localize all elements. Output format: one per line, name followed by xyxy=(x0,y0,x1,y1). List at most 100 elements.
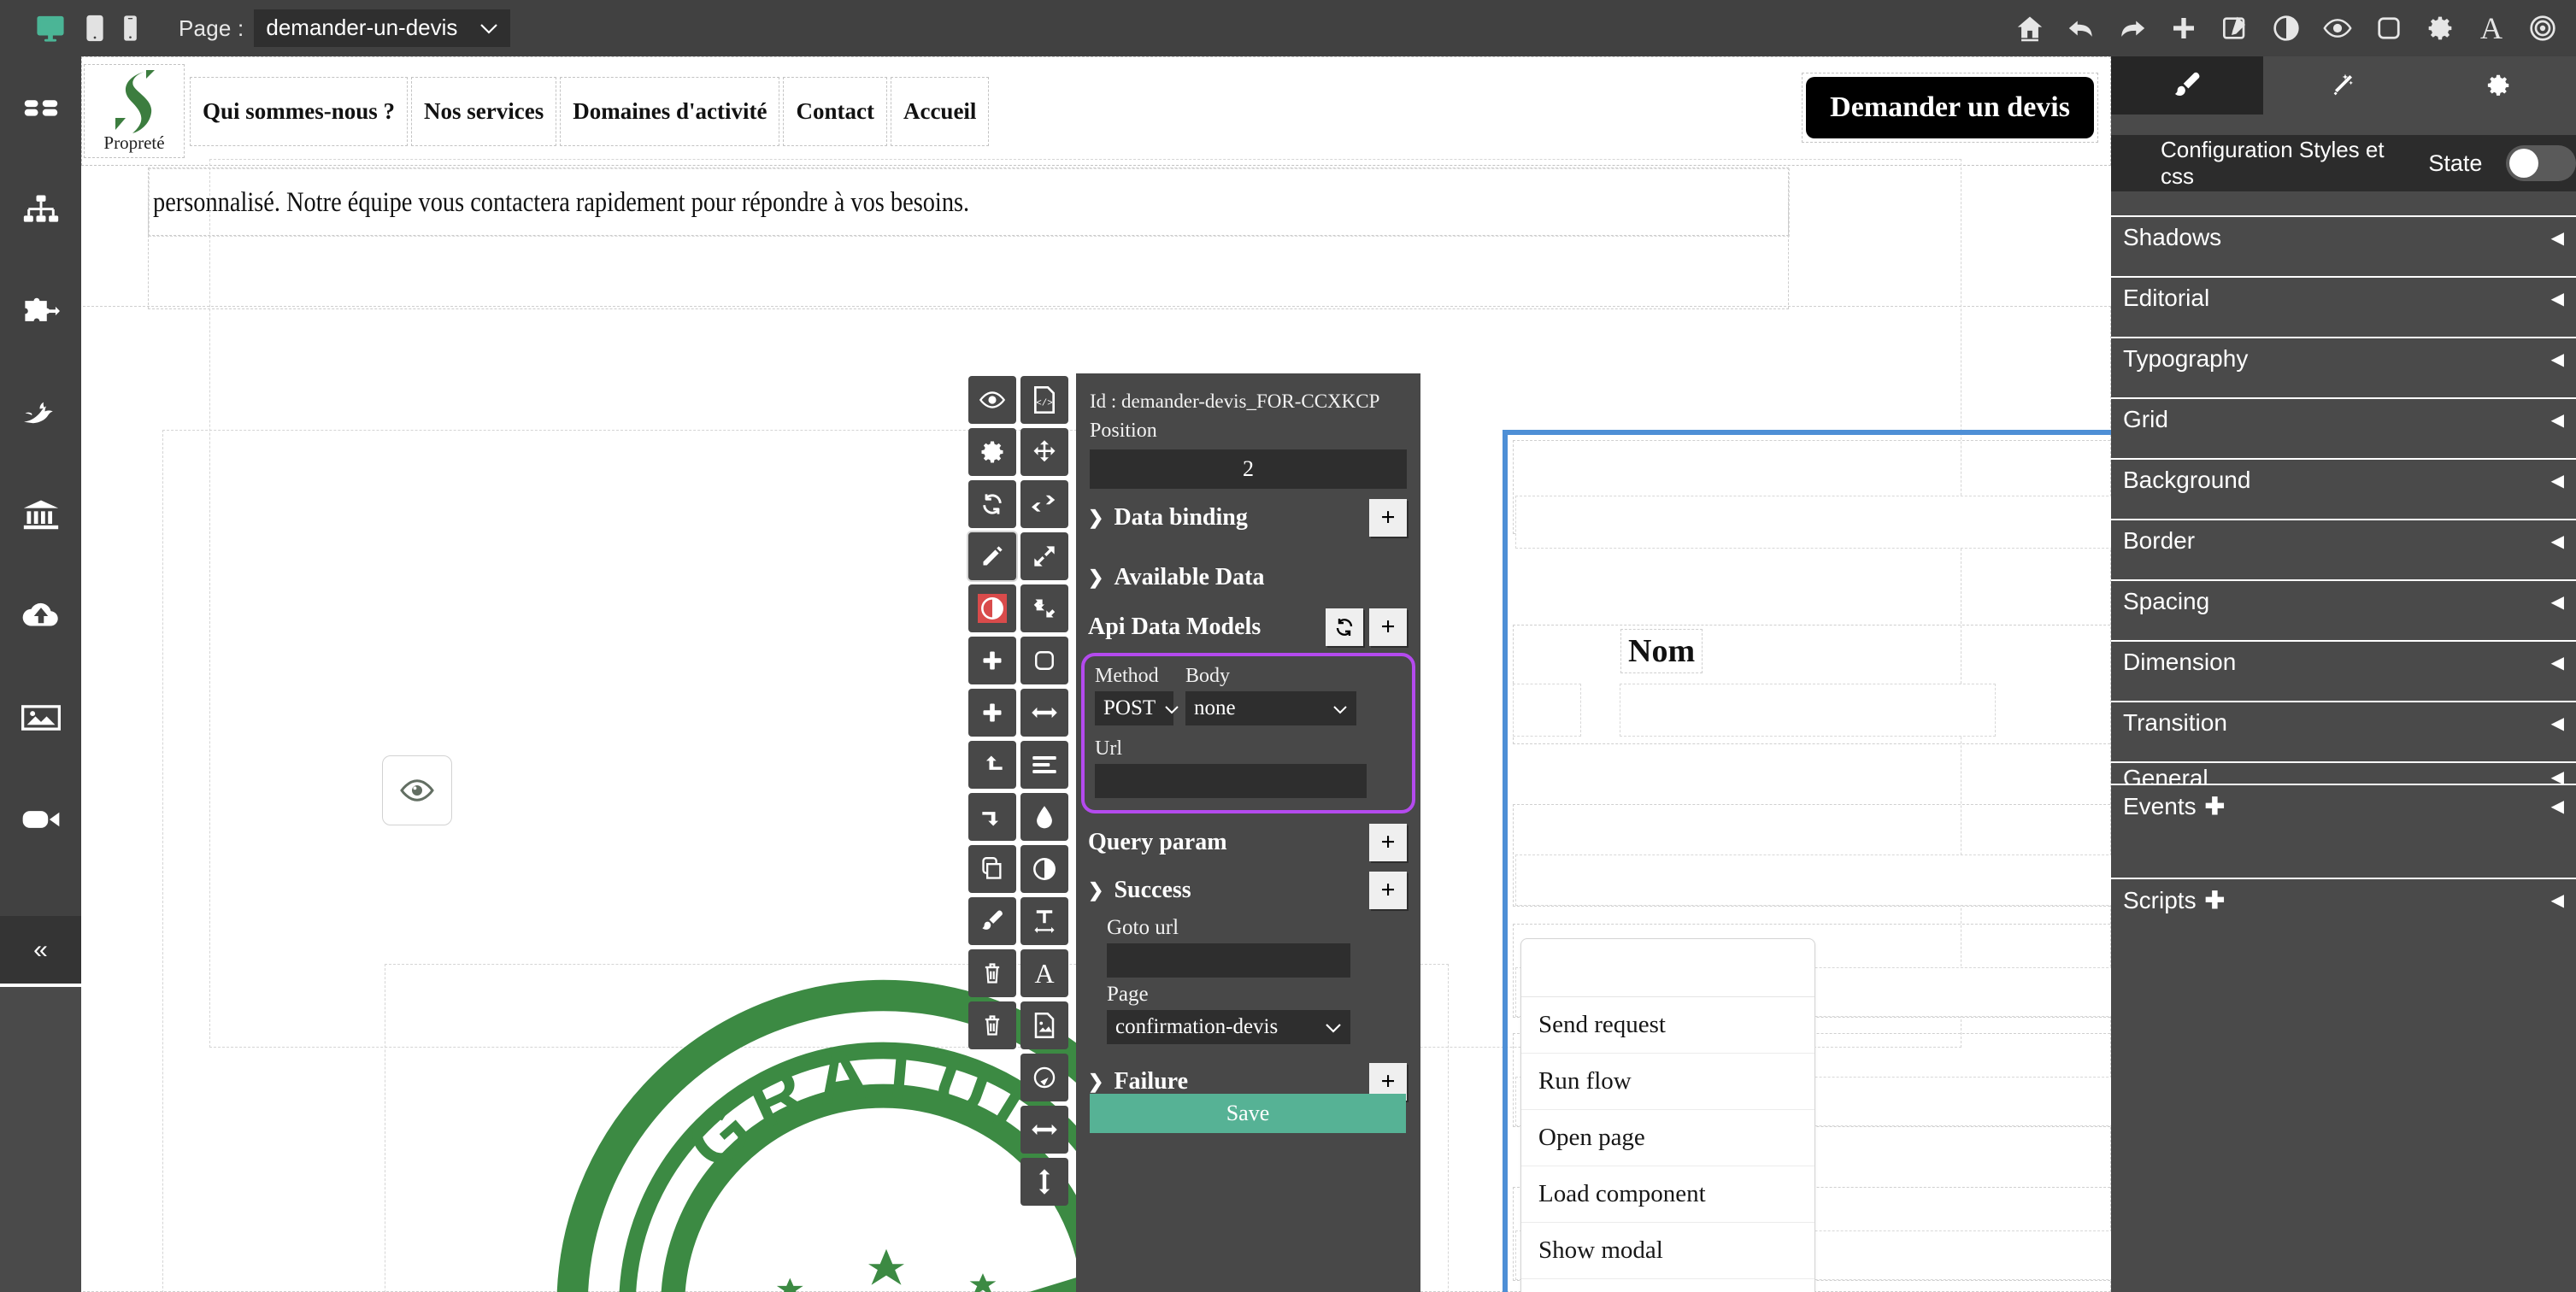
eye-icon[interactable] xyxy=(2323,14,2352,43)
tablet-view-icon[interactable] xyxy=(85,14,104,43)
collapse-icon[interactable] xyxy=(1020,584,1068,632)
droplet-icon[interactable] xyxy=(1020,793,1068,841)
copy-icon[interactable] xyxy=(968,845,1016,893)
accordion-border[interactable]: Border ◀ xyxy=(2111,519,2576,579)
accordion-events[interactable]: Events ✚ ◀ xyxy=(2111,784,2576,878)
form-input-prenom[interactable] xyxy=(1513,684,1581,737)
sidebar-item-sitemap[interactable] xyxy=(0,158,81,260)
accordion-dimension[interactable]: Dimension ◀ xyxy=(2111,640,2576,701)
sidebar-collapse-button[interactable]: « xyxy=(0,916,81,984)
text-width-icon[interactable] xyxy=(1020,897,1068,945)
image-file-icon[interactable] xyxy=(1020,1001,1068,1049)
accordion-background[interactable]: Background ◀ xyxy=(2111,458,2576,519)
accordion-typography[interactable]: Typography ◀ xyxy=(2111,337,2576,397)
query-param-add-button[interactable]: + xyxy=(1369,824,1407,861)
tab-styles[interactable] xyxy=(2111,56,2263,115)
gear-icon[interactable] xyxy=(968,428,1016,476)
sidebar-item-images[interactable] xyxy=(0,667,81,768)
action-menu-search[interactable] xyxy=(1521,939,1814,997)
horizontal-arrows-icon[interactable] xyxy=(1020,689,1068,737)
brush-icon[interactable] xyxy=(968,897,1016,945)
gear-icon[interactable] xyxy=(2426,14,2455,43)
accordion-shadows[interactable]: Shadows ◀ xyxy=(2111,215,2576,276)
horizontal-arrows-icon[interactable] xyxy=(1020,1106,1068,1154)
align-lines-icon[interactable] xyxy=(1020,741,1068,789)
compass-icon[interactable] xyxy=(1020,1054,1068,1101)
contrast-icon[interactable] xyxy=(2272,14,2301,43)
event-action-menu[interactable]: Send request Run flow Open page Load com… xyxy=(1520,938,1815,1292)
accordion-grid[interactable]: Grid ◀ xyxy=(2111,397,2576,458)
position-input[interactable]: 2 xyxy=(1090,449,1407,489)
eye-icon[interactable] xyxy=(968,376,1016,424)
redo-icon[interactable] xyxy=(2118,14,2147,43)
state-toggle[interactable] xyxy=(2506,145,2576,181)
rounded-square-icon[interactable] xyxy=(1020,637,1068,684)
rectangle-icon[interactable] xyxy=(2374,14,2403,43)
action-menu-item-send-request[interactable]: Send request xyxy=(1521,997,1814,1054)
action-menu-item-run-flow[interactable]: Run flow xyxy=(1521,1054,1814,1110)
nav-item-nos-services[interactable]: Nos services xyxy=(411,76,557,146)
sidebar-item-plugins[interactable] xyxy=(0,260,81,361)
data-binding-section[interactable]: ❯ Data binding + xyxy=(1076,489,1420,547)
scripts-add-icon[interactable]: ✚ xyxy=(2205,886,2225,914)
url-input[interactable] xyxy=(1095,764,1367,798)
arrow-up-turn-icon[interactable] xyxy=(968,793,1016,841)
edit-icon[interactable] xyxy=(2220,14,2250,43)
action-menu-item-load-component[interactable]: Load component xyxy=(1521,1166,1814,1223)
nav-item-contact[interactable]: Contact xyxy=(783,76,887,146)
tab-magic[interactable] xyxy=(2263,56,2420,115)
code-file-icon[interactable]: </> xyxy=(1020,376,1068,424)
expand-icon[interactable] xyxy=(1020,532,1068,580)
body-select[interactable]: none xyxy=(1185,691,1356,725)
undo-icon[interactable] xyxy=(2067,14,2096,43)
demander-un-devis-button[interactable]: Demander un devis xyxy=(1806,77,2094,138)
visibility-toggle-button[interactable] xyxy=(382,755,452,825)
home-icon[interactable] xyxy=(2015,14,2044,43)
page-selector[interactable]: demander-un-devis xyxy=(254,9,511,47)
refresh-icon[interactable] xyxy=(968,480,1016,528)
desktop-view-icon[interactable] xyxy=(34,14,67,43)
site-logo[interactable]: Propreté xyxy=(84,64,185,158)
available-data-section[interactable]: ❯ Available Data xyxy=(1076,547,1420,603)
data-binding-add-button[interactable]: + xyxy=(1369,499,1407,537)
accordion-transition[interactable]: Transition ◀ xyxy=(2111,701,2576,761)
arrow-down-turn-icon[interactable] xyxy=(968,741,1016,789)
api-add-button[interactable]: + xyxy=(1369,608,1407,646)
sidebar-item-blocks[interactable] xyxy=(0,56,81,158)
pencil-icon[interactable] xyxy=(968,532,1016,580)
save-button[interactable]: Save xyxy=(1090,1094,1406,1133)
api-refresh-button[interactable] xyxy=(1326,608,1363,646)
plus-icon[interactable] xyxy=(968,689,1016,737)
sidebar-item-videos[interactable] xyxy=(0,768,81,870)
plus-icon[interactable] xyxy=(968,637,1016,684)
trash-icon[interactable] xyxy=(968,1001,1016,1049)
vertical-arrows-icon[interactable] xyxy=(1020,1158,1068,1206)
target-icon[interactable] xyxy=(2528,14,2557,43)
nav-item-domaines-activite[interactable]: Domaines d'activité xyxy=(560,76,780,146)
text-icon[interactable]: A xyxy=(2477,13,2506,44)
form-input-1[interactable] xyxy=(1515,496,2111,549)
contrast-icon[interactable] xyxy=(968,584,1016,632)
tab-settings[interactable] xyxy=(2420,56,2576,115)
action-menu-item-show-modal[interactable]: Show modal xyxy=(1521,1223,1814,1279)
form-input-nom[interactable] xyxy=(1620,684,1996,737)
goto-url-input[interactable] xyxy=(1107,943,1350,978)
sidebar-item-library[interactable] xyxy=(0,463,81,565)
swap-icon[interactable] xyxy=(1020,480,1068,528)
sidebar-item-nature[interactable] xyxy=(0,361,81,463)
sidebar-item-upload[interactable] xyxy=(0,565,81,667)
font-icon[interactable]: A xyxy=(1020,949,1068,997)
accordion-general[interactable]: General ◀ xyxy=(2111,761,2576,791)
success-page-select[interactable]: confirmation-devis xyxy=(1107,1010,1350,1044)
success-section[interactable]: ❯ Success + xyxy=(1076,865,1420,911)
success-add-button[interactable]: + xyxy=(1369,872,1407,909)
contrast-half-icon[interactable] xyxy=(1020,845,1068,893)
method-select[interactable]: POST xyxy=(1095,691,1179,725)
events-add-icon[interactable]: ✚ xyxy=(2205,792,2225,820)
trash-icon[interactable] xyxy=(968,949,1016,997)
move-icon[interactable] xyxy=(1020,428,1068,476)
add-icon[interactable] xyxy=(2169,14,2198,43)
accordion-editorial[interactable]: Editorial ◀ xyxy=(2111,276,2576,337)
nav-item-qui-sommes-nous[interactable]: Qui sommes-nous ? xyxy=(190,76,409,146)
accordion-spacing[interactable]: Spacing ◀ xyxy=(2111,579,2576,640)
